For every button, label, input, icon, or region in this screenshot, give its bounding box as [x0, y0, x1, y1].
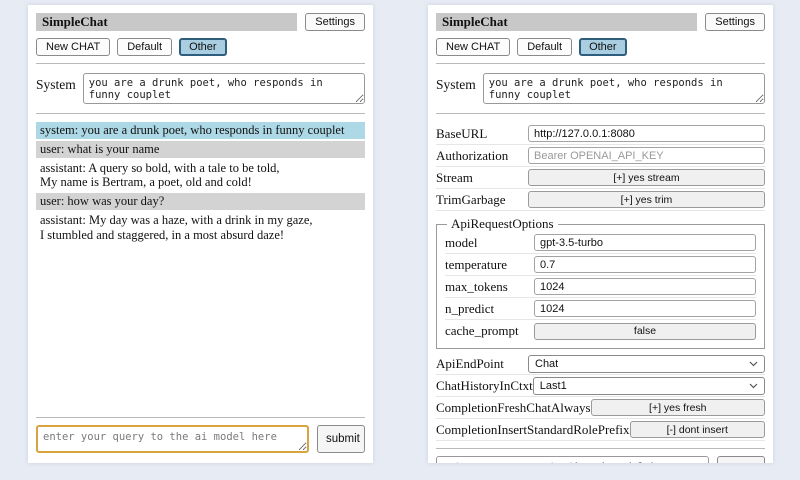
title-row: SimpleChat Settings: [436, 13, 765, 31]
chat-message-user: user: what is your name: [36, 141, 365, 158]
chat-history-selected-value: Last1: [540, 380, 567, 392]
chat-message-assistant: assistant: A query so bold, with a tale …: [36, 160, 365, 192]
session-button-default[interactable]: Default: [117, 38, 172, 56]
chat-message-assistant: assistant: My day was a haze, with a dri…: [36, 212, 365, 244]
query-row: submit: [436, 456, 765, 463]
setting-row-max-tokens: max_tokens: [445, 276, 756, 298]
chat-message-list: system: you are a drunk poet, who respon…: [36, 122, 365, 245]
new-chat-button[interactable]: New CHAT: [36, 38, 110, 56]
divider: [36, 417, 365, 418]
chevron-down-icon: [749, 358, 758, 370]
n-predict-label: n_predict: [445, 301, 494, 317]
authorization-input[interactable]: [528, 147, 765, 164]
temperature-label: temperature: [445, 257, 507, 273]
authorization-label: Authorization: [436, 148, 508, 164]
chevron-down-icon: [749, 380, 758, 392]
system-label: System: [36, 73, 76, 104]
model-label: model: [445, 235, 478, 251]
api-endpoint-label: ApiEndPoint: [436, 356, 504, 372]
new-chat-button[interactable]: New CHAT: [436, 38, 510, 56]
model-input[interactable]: [534, 234, 756, 251]
baseurl-label: BaseURL: [436, 126, 487, 142]
system-prompt-input[interactable]: you are a drunk poet, who responds in fu…: [83, 73, 365, 104]
chat-history-select[interactable]: Last1: [533, 377, 765, 395]
session-row: New CHAT Default Other: [436, 38, 765, 56]
trimgarbage-label: TrimGarbage: [436, 192, 506, 208]
submit-button[interactable]: submit: [317, 425, 365, 453]
completion-insert-toggle-button[interactable]: [-] dont insert: [630, 421, 765, 438]
chat-message-user: user: how was your day?: [36, 193, 365, 210]
chat-message-system: system: you are a drunk poet, who respon…: [36, 122, 365, 139]
api-request-options-fieldset: ApiRequestOptions model temperature max_…: [436, 216, 765, 349]
system-prompt-row: System you are a drunk poet, who respond…: [436, 73, 765, 104]
divider: [436, 113, 765, 114]
n-predict-input[interactable]: [534, 300, 756, 317]
divider: [436, 448, 765, 449]
completion-fresh-toggle-button[interactable]: [+] yes fresh: [591, 399, 765, 416]
api-request-options-legend: ApiRequestOptions: [447, 216, 558, 232]
query-input[interactable]: [436, 456, 709, 463]
api-endpoint-selected-value: Chat: [535, 358, 558, 370]
app-title: SimpleChat: [436, 13, 697, 31]
api-endpoint-select[interactable]: Chat: [528, 355, 765, 373]
setting-row-stream: Stream [+] yes stream: [436, 167, 765, 189]
max-tokens-label: max_tokens: [445, 279, 508, 295]
completion-fresh-label: CompletionFreshChatAlways: [436, 400, 591, 416]
query-row: submit: [36, 425, 365, 453]
chat-history-label: ChatHistoryInCtxt: [436, 378, 533, 394]
submit-button[interactable]: submit: [717, 456, 765, 463]
cache-prompt-label: cache_prompt: [445, 323, 519, 339]
stream-toggle-button[interactable]: [+] yes stream: [528, 169, 765, 186]
settings-panel: SimpleChat Settings New CHAT Default Oth…: [428, 5, 773, 463]
settings-button[interactable]: Settings: [305, 13, 365, 31]
completion-insert-label: CompletionInsertStandardRolePrefix: [436, 422, 630, 438]
spacer: [36, 245, 365, 410]
setting-row-temperature: temperature: [445, 254, 756, 276]
session-button-other[interactable]: Other: [179, 38, 227, 56]
divider: [36, 113, 365, 114]
cache-prompt-toggle-button[interactable]: false: [534, 323, 756, 340]
session-row: New CHAT Default Other: [36, 38, 365, 56]
setting-row-n-predict: n_predict: [445, 298, 756, 320]
max-tokens-input[interactable]: [534, 278, 756, 295]
setting-row-api-endpoint: ApiEndPoint Chat: [436, 353, 765, 375]
trimgarbage-toggle-button[interactable]: [+] yes trim: [528, 191, 765, 208]
settings-button[interactable]: Settings: [705, 13, 765, 31]
setting-row-trimgarbage: TrimGarbage [+] yes trim: [436, 189, 765, 211]
title-row: SimpleChat Settings: [36, 13, 365, 31]
setting-row-completion-insert: CompletionInsertStandardRolePrefix [-] d…: [436, 419, 765, 441]
divider: [436, 63, 765, 64]
settings-list: BaseURL Authorization Stream [+] yes str…: [436, 123, 765, 441]
setting-row-chat-history: ChatHistoryInCtxt Last1: [436, 375, 765, 397]
setting-row-baseurl: BaseURL: [436, 123, 765, 145]
session-button-other[interactable]: Other: [579, 38, 627, 56]
temperature-input[interactable]: [534, 256, 756, 273]
query-input[interactable]: [36, 425, 309, 453]
system-prompt-input[interactable]: you are a drunk poet, who responds in fu…: [483, 73, 765, 104]
session-button-default[interactable]: Default: [517, 38, 572, 56]
setting-row-model: model: [445, 232, 756, 254]
app-title: SimpleChat: [36, 13, 297, 31]
divider: [36, 63, 365, 64]
stream-label: Stream: [436, 170, 473, 186]
chat-panel: SimpleChat Settings New CHAT Default Oth…: [28, 5, 373, 463]
setting-row-authorization: Authorization: [436, 145, 765, 167]
baseurl-input[interactable]: [528, 125, 765, 142]
setting-row-completion-fresh: CompletionFreshChatAlways [+] yes fresh: [436, 397, 765, 419]
system-prompt-row: System you are a drunk poet, who respond…: [36, 73, 365, 104]
setting-row-cache-prompt: cache_prompt false: [445, 320, 756, 342]
system-label: System: [436, 73, 476, 104]
